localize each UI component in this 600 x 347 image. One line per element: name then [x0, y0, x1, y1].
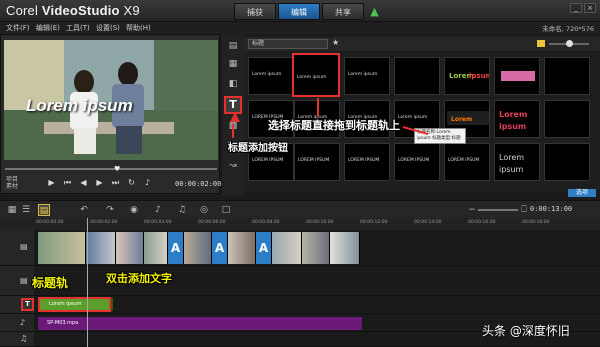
timeline-view-icon[interactable]: ☰ [20, 204, 32, 216]
ruler-tick: 00:00:02:00 [90, 220, 118, 225]
record-icon[interactable]: ◉ [128, 204, 140, 216]
motion-tracking-icon[interactable]: ◎ [198, 204, 210, 216]
annotation-double-click: 双击添加文字 [106, 272, 172, 285]
sound-mixer-icon[interactable]: ♪ [152, 204, 164, 216]
video-clip[interactable] [38, 232, 86, 264]
title-clip-end [111, 298, 113, 311]
ruler-tick: 00:00:18:00 [522, 220, 550, 225]
annotation-drag-title: 选择标题直接拖到标题轨上 [268, 119, 400, 132]
zoom-out-icon[interactable]: − [466, 204, 478, 216]
ruler-tick: 00:00:00:00 [36, 220, 64, 225]
watermark: 头条 @深度怀旧 [482, 324, 570, 338]
overlay-track-icon[interactable]: ▤ [20, 276, 28, 285]
auto-music-icon[interactable]: ♫ [176, 204, 188, 216]
music-track-icon[interactable]: ♫ [20, 334, 27, 343]
track-manager-icon[interactable]: ▤ [38, 204, 50, 216]
video-clip[interactable] [228, 232, 256, 264]
transition-clip[interactable]: A [256, 232, 272, 264]
ruler-tick: 00:00:12:00 [360, 220, 388, 225]
video-clip[interactable] [330, 232, 360, 264]
video-track-icon[interactable]: ▤ [20, 242, 28, 251]
ruler-tick: 00:00:10:00 [306, 220, 334, 225]
storyboard-view-icon[interactable]: ▦ [6, 204, 18, 216]
voice-track-header: ♪ [0, 314, 34, 332]
video-clip[interactable] [184, 232, 212, 264]
video-clip[interactable] [144, 232, 168, 264]
video-clip[interactable] [272, 232, 302, 264]
ruler-tick: 00:00:08:00 [252, 220, 280, 225]
timeline-playhead[interactable] [87, 218, 88, 347]
ruler-tick: 00:00:04:00 [144, 220, 172, 225]
transition-clip[interactable]: A [168, 232, 184, 264]
title-clip[interactable]: Lorem ipsum [38, 297, 111, 312]
transition-clip[interactable]: A [212, 232, 228, 264]
undo-icon[interactable]: ↶ [78, 204, 90, 216]
video-clip[interactable] [116, 232, 144, 264]
video-clip[interactable] [86, 232, 116, 264]
title-track[interactable] [34, 296, 600, 314]
overlay-track-header: ▤ [0, 266, 34, 296]
title-track-icon[interactable]: T [21, 298, 34, 311]
redo-icon[interactable]: ↷ [104, 204, 116, 216]
fit-icon[interactable]: ⎕ [518, 204, 530, 216]
ruler-tick: 00:00:06:00 [198, 220, 226, 225]
timeline-zoom-slider[interactable] [478, 209, 518, 211]
timeline-toolbar: ▦ ☰ ▤ ↶ ↷ ◉ ♪ ♫ ◎ □ − ⎕ 0:00:13:00 [0, 200, 600, 218]
video-clip[interactable] [302, 232, 330, 264]
timeline-duration: 0:00:13:00 [530, 205, 573, 213]
music-track-header: ♫ [0, 332, 34, 347]
annotation-title-track: 标题轨 [32, 276, 69, 290]
annotation-title-button: 标题添加按钮 [228, 143, 288, 154]
voice-track-icon[interactable]: ♪ [20, 318, 25, 327]
subtitle-editor-icon[interactable]: □ [220, 204, 232, 216]
timeline-ruler[interactable]: 00:00:00:00 00:00:02:00 00:00:04:00 00:0… [0, 218, 600, 230]
ruler-tick: 00:00:14:00 [414, 220, 442, 225]
video-track-header: ▤ [0, 230, 34, 266]
ruler-tick: 00:00:16:00 [468, 220, 496, 225]
